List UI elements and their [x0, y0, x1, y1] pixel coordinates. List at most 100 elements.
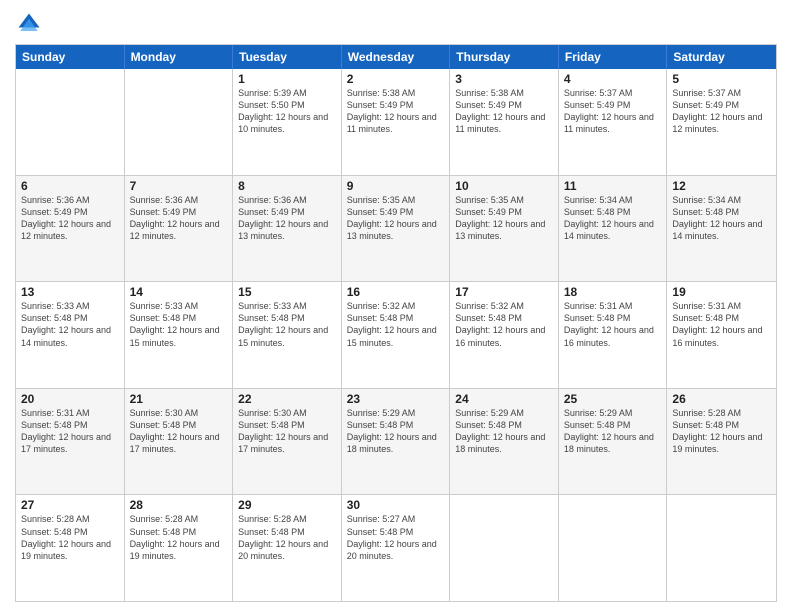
cal-cell-r0-c0 [16, 69, 125, 175]
cal-cell-r0-c2: 1Sunrise: 5:39 AM Sunset: 5:50 PM Daylig… [233, 69, 342, 175]
logo [15, 10, 47, 38]
cal-cell-r3-c5: 25Sunrise: 5:29 AM Sunset: 5:48 PM Dayli… [559, 389, 668, 495]
calendar: SundayMondayTuesdayWednesdayThursdayFrid… [15, 44, 777, 602]
cell-info: Sunrise: 5:31 AM Sunset: 5:48 PM Dayligh… [21, 407, 119, 456]
cell-info: Sunrise: 5:38 AM Sunset: 5:49 PM Dayligh… [455, 87, 553, 136]
page: SundayMondayTuesdayWednesdayThursdayFrid… [0, 0, 792, 612]
cell-info: Sunrise: 5:34 AM Sunset: 5:48 PM Dayligh… [672, 194, 771, 243]
day-number: 16 [347, 285, 445, 299]
cal-cell-r0-c3: 2Sunrise: 5:38 AM Sunset: 5:49 PM Daylig… [342, 69, 451, 175]
cal-cell-r2-c5: 18Sunrise: 5:31 AM Sunset: 5:48 PM Dayli… [559, 282, 668, 388]
cal-cell-r1-c3: 9Sunrise: 5:35 AM Sunset: 5:49 PM Daylig… [342, 176, 451, 282]
cal-cell-r0-c4: 3Sunrise: 5:38 AM Sunset: 5:49 PM Daylig… [450, 69, 559, 175]
cell-info: Sunrise: 5:29 AM Sunset: 5:48 PM Dayligh… [564, 407, 662, 456]
cal-cell-r1-c5: 11Sunrise: 5:34 AM Sunset: 5:48 PM Dayli… [559, 176, 668, 282]
day-number: 13 [21, 285, 119, 299]
cal-cell-r1-c0: 6Sunrise: 5:36 AM Sunset: 5:49 PM Daylig… [16, 176, 125, 282]
cell-info: Sunrise: 5:28 AM Sunset: 5:48 PM Dayligh… [238, 513, 336, 562]
cal-row-1: 6Sunrise: 5:36 AM Sunset: 5:49 PM Daylig… [16, 175, 776, 282]
day-number: 27 [21, 498, 119, 512]
day-number: 6 [21, 179, 119, 193]
day-number: 30 [347, 498, 445, 512]
day-number: 15 [238, 285, 336, 299]
day-number: 11 [564, 179, 662, 193]
cal-cell-r2-c6: 19Sunrise: 5:31 AM Sunset: 5:48 PM Dayli… [667, 282, 776, 388]
day-number: 14 [130, 285, 228, 299]
day-number: 17 [455, 285, 553, 299]
calendar-body: 1Sunrise: 5:39 AM Sunset: 5:50 PM Daylig… [16, 69, 776, 601]
cal-header-tuesday: Tuesday [233, 45, 342, 69]
cell-info: Sunrise: 5:37 AM Sunset: 5:49 PM Dayligh… [564, 87, 662, 136]
day-number: 4 [564, 72, 662, 86]
cal-cell-r1-c2: 8Sunrise: 5:36 AM Sunset: 5:49 PM Daylig… [233, 176, 342, 282]
cal-cell-r3-c1: 21Sunrise: 5:30 AM Sunset: 5:48 PM Dayli… [125, 389, 234, 495]
day-number: 23 [347, 392, 445, 406]
cell-info: Sunrise: 5:35 AM Sunset: 5:49 PM Dayligh… [455, 194, 553, 243]
cal-cell-r2-c1: 14Sunrise: 5:33 AM Sunset: 5:48 PM Dayli… [125, 282, 234, 388]
day-number: 29 [238, 498, 336, 512]
cal-row-0: 1Sunrise: 5:39 AM Sunset: 5:50 PM Daylig… [16, 69, 776, 175]
cell-info: Sunrise: 5:36 AM Sunset: 5:49 PM Dayligh… [130, 194, 228, 243]
day-number: 20 [21, 392, 119, 406]
day-number: 22 [238, 392, 336, 406]
cal-header-thursday: Thursday [450, 45, 559, 69]
cal-row-2: 13Sunrise: 5:33 AM Sunset: 5:48 PM Dayli… [16, 281, 776, 388]
cal-row-3: 20Sunrise: 5:31 AM Sunset: 5:48 PM Dayli… [16, 388, 776, 495]
day-number: 21 [130, 392, 228, 406]
day-number: 12 [672, 179, 771, 193]
cal-header-friday: Friday [559, 45, 668, 69]
cell-info: Sunrise: 5:31 AM Sunset: 5:48 PM Dayligh… [564, 300, 662, 349]
cell-info: Sunrise: 5:32 AM Sunset: 5:48 PM Dayligh… [455, 300, 553, 349]
cell-info: Sunrise: 5:30 AM Sunset: 5:48 PM Dayligh… [238, 407, 336, 456]
cell-info: Sunrise: 5:33 AM Sunset: 5:48 PM Dayligh… [238, 300, 336, 349]
cell-info: Sunrise: 5:27 AM Sunset: 5:48 PM Dayligh… [347, 513, 445, 562]
day-number: 8 [238, 179, 336, 193]
day-number: 19 [672, 285, 771, 299]
day-number: 28 [130, 498, 228, 512]
cal-header-saturday: Saturday [667, 45, 776, 69]
cal-cell-r4-c1: 28Sunrise: 5:28 AM Sunset: 5:48 PM Dayli… [125, 495, 234, 601]
cal-cell-r3-c6: 26Sunrise: 5:28 AM Sunset: 5:48 PM Dayli… [667, 389, 776, 495]
cell-info: Sunrise: 5:29 AM Sunset: 5:48 PM Dayligh… [455, 407, 553, 456]
cell-info: Sunrise: 5:32 AM Sunset: 5:48 PM Dayligh… [347, 300, 445, 349]
cal-header-wednesday: Wednesday [342, 45, 451, 69]
cell-info: Sunrise: 5:28 AM Sunset: 5:48 PM Dayligh… [672, 407, 771, 456]
cell-info: Sunrise: 5:33 AM Sunset: 5:48 PM Dayligh… [130, 300, 228, 349]
cal-cell-r4-c0: 27Sunrise: 5:28 AM Sunset: 5:48 PM Dayli… [16, 495, 125, 601]
cell-info: Sunrise: 5:39 AM Sunset: 5:50 PM Dayligh… [238, 87, 336, 136]
cal-cell-r0-c1 [125, 69, 234, 175]
cal-header-sunday: Sunday [16, 45, 125, 69]
cell-info: Sunrise: 5:36 AM Sunset: 5:49 PM Dayligh… [21, 194, 119, 243]
logo-icon [15, 10, 43, 38]
cell-info: Sunrise: 5:33 AM Sunset: 5:48 PM Dayligh… [21, 300, 119, 349]
cal-cell-r3-c0: 20Sunrise: 5:31 AM Sunset: 5:48 PM Dayli… [16, 389, 125, 495]
cal-cell-r4-c3: 30Sunrise: 5:27 AM Sunset: 5:48 PM Dayli… [342, 495, 451, 601]
cal-cell-r4-c2: 29Sunrise: 5:28 AM Sunset: 5:48 PM Dayli… [233, 495, 342, 601]
day-number: 9 [347, 179, 445, 193]
day-number: 2 [347, 72, 445, 86]
cell-info: Sunrise: 5:28 AM Sunset: 5:48 PM Dayligh… [130, 513, 228, 562]
cell-info: Sunrise: 5:28 AM Sunset: 5:48 PM Dayligh… [21, 513, 119, 562]
day-number: 3 [455, 72, 553, 86]
cal-row-4: 27Sunrise: 5:28 AM Sunset: 5:48 PM Dayli… [16, 494, 776, 601]
cal-cell-r3-c4: 24Sunrise: 5:29 AM Sunset: 5:48 PM Dayli… [450, 389, 559, 495]
day-number: 24 [455, 392, 553, 406]
cal-header-monday: Monday [125, 45, 234, 69]
cal-cell-r4-c4 [450, 495, 559, 601]
day-number: 18 [564, 285, 662, 299]
cal-cell-r1-c6: 12Sunrise: 5:34 AM Sunset: 5:48 PM Dayli… [667, 176, 776, 282]
cell-info: Sunrise: 5:31 AM Sunset: 5:48 PM Dayligh… [672, 300, 771, 349]
calendar-header-row: SundayMondayTuesdayWednesdayThursdayFrid… [16, 45, 776, 69]
cal-cell-r2-c4: 17Sunrise: 5:32 AM Sunset: 5:48 PM Dayli… [450, 282, 559, 388]
cal-cell-r4-c5 [559, 495, 668, 601]
cal-cell-r4-c6 [667, 495, 776, 601]
cal-cell-r2-c3: 16Sunrise: 5:32 AM Sunset: 5:48 PM Dayli… [342, 282, 451, 388]
cell-info: Sunrise: 5:35 AM Sunset: 5:49 PM Dayligh… [347, 194, 445, 243]
day-number: 1 [238, 72, 336, 86]
cell-info: Sunrise: 5:36 AM Sunset: 5:49 PM Dayligh… [238, 194, 336, 243]
day-number: 5 [672, 72, 771, 86]
cal-cell-r2-c2: 15Sunrise: 5:33 AM Sunset: 5:48 PM Dayli… [233, 282, 342, 388]
cal-cell-r2-c0: 13Sunrise: 5:33 AM Sunset: 5:48 PM Dayli… [16, 282, 125, 388]
cell-info: Sunrise: 5:34 AM Sunset: 5:48 PM Dayligh… [564, 194, 662, 243]
header [15, 10, 777, 38]
